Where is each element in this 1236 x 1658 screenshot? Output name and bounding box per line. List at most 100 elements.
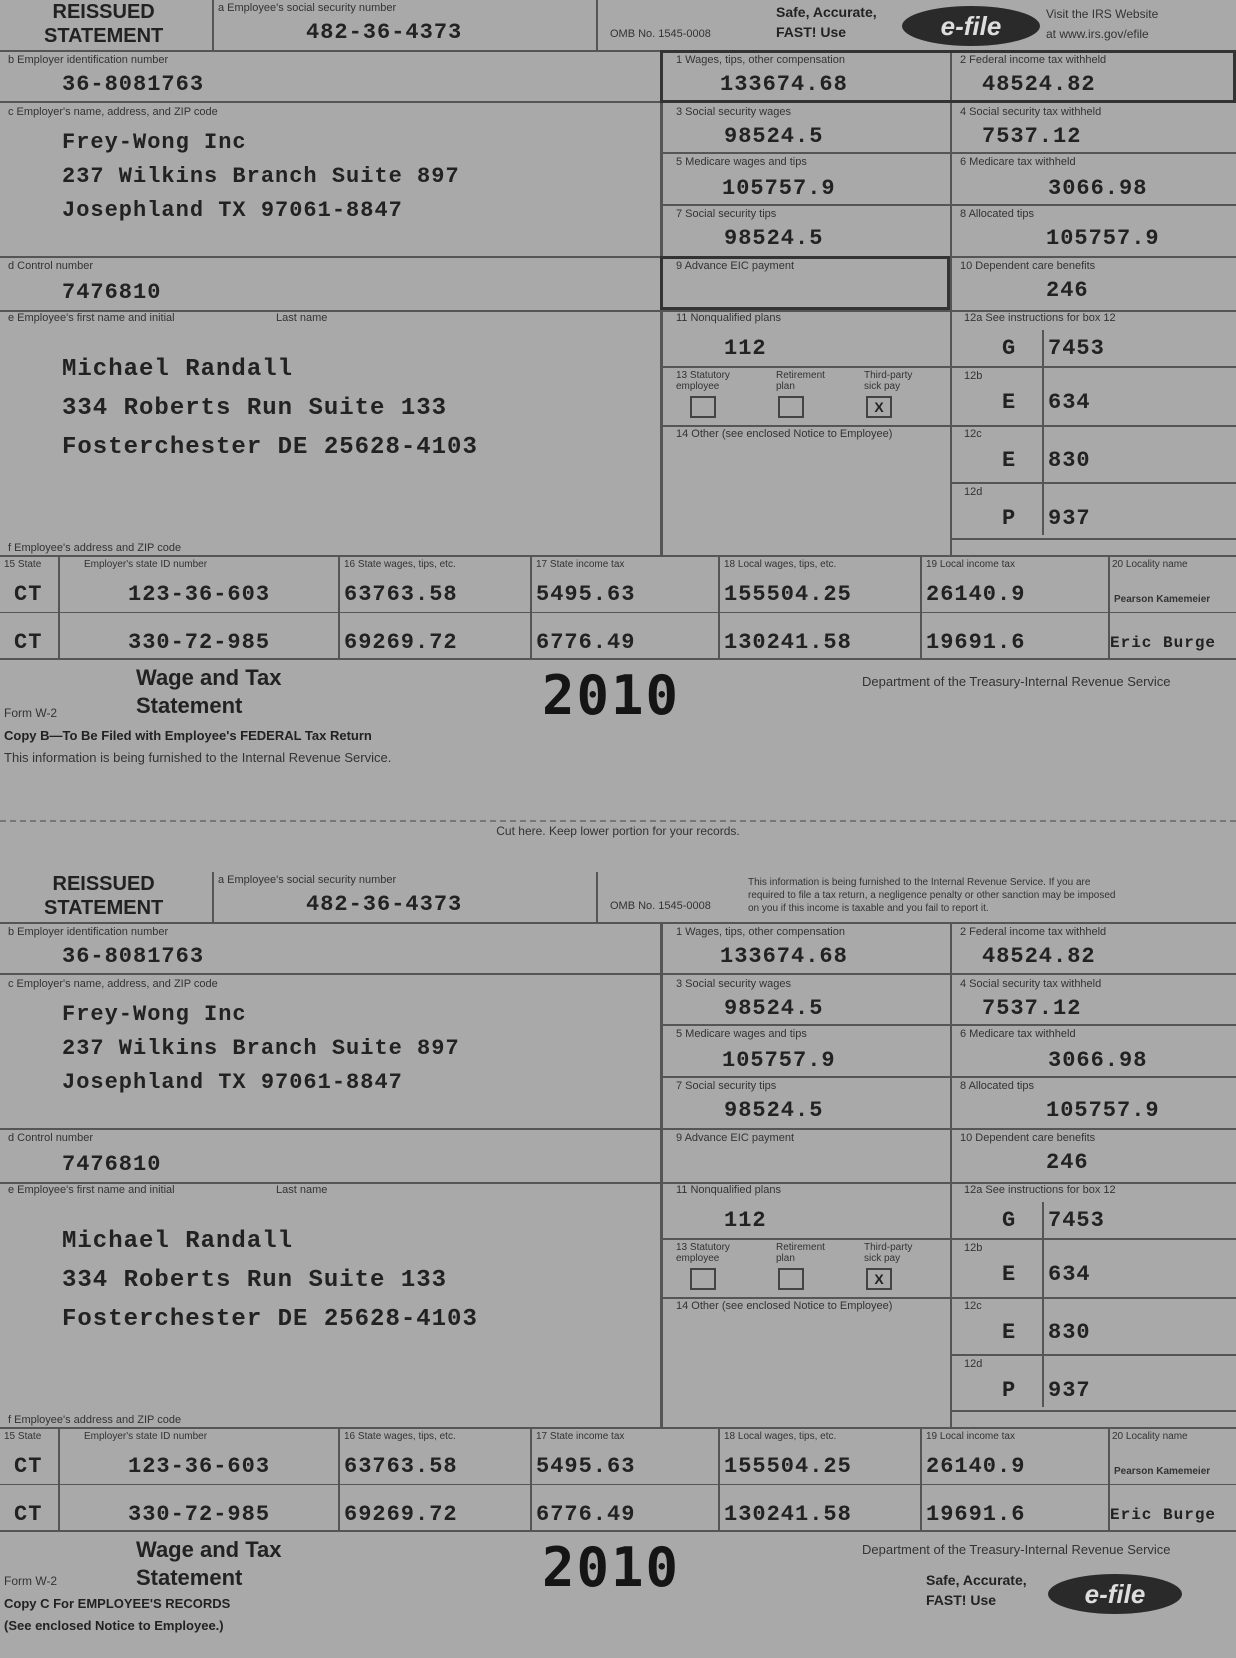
box9-label: 9 Advance EIC payment [676,260,795,272]
hdr-state-wages: 16 State wages, tips, etc. [344,1431,456,1442]
box12c-label: 12c [964,428,982,440]
row2-local-wages: 130241.58 [724,1502,852,1527]
employer-street: 237 Wilkins Branch Suite 897 [62,1036,460,1061]
row1-local-tax: 26140.9 [926,582,1026,607]
omb-number: OMB No. 1545-0008 [610,28,711,40]
employee-address-label: f Employee's address and ZIP code [8,1414,182,1426]
box7-label: 7 Social security tips [676,1080,777,1092]
omb-number: OMB No. 1545-0008 [610,900,711,912]
row2-state: CT [14,630,43,655]
reissued-line-2: STATEMENT [44,25,164,47]
dept-treasury: Department of the Treasury-Internal Reve… [862,674,1171,689]
box4-label: 4 Social security tax withheld [960,106,1102,118]
box3-label: 3 Social security wages [676,978,791,990]
box13-sickpay-label: Third-party sick pay [864,1242,913,1264]
statutory-employee-checkbox[interactable] [690,396,716,418]
hdr-state-tax: 17 State income tax [536,559,625,570]
box12b-code: E [1002,1262,1017,1287]
box2-federal-tax: 48524.82 [982,944,1096,969]
w2-copy-b: REISSUED STATEMENT a Employee's social s… [0,0,1236,820]
safe-line-1: Safe, Accurate, [926,1572,1027,1588]
box12a-label: 12a See instructions for box 12 [964,1184,1116,1196]
employer-city: Josephland TX 97061-8847 [62,198,403,223]
box13-retirement-label: Retirement plan [776,370,825,392]
title-line-1: Wage and Tax [136,665,282,690]
control-label: d Control number [8,1132,93,1144]
cut-line [0,820,1236,822]
employer-address: Frey-Wong Inc 237 Wilkins Branch Suite 8… [62,126,460,228]
tax-year: 2010 [542,1536,681,1599]
box14-label: 14 Other (see enclosed Notice to Employe… [676,428,893,440]
irs-website: Visit the IRS Website at www.irs.gov/efi… [1046,4,1158,44]
row2-local-tax: 19691.6 [926,1502,1026,1527]
employer-ein: 36-8081763 [62,72,205,97]
employee-ssn: 482-36-4373 [306,20,463,45]
retirement-plan-checkbox[interactable] [778,396,804,418]
box12b-label: 12b [964,370,983,382]
row1-state-id: 123-36-603 [128,1454,271,1479]
box11-label: 11 Nonqualified plans [676,312,781,324]
box10-label: 10 Dependent care benefits [960,260,1096,272]
retirement-plan-checkbox[interactable] [778,1268,804,1290]
third-party-sick-pay-checkbox[interactable]: X [866,396,892,418]
box7-ss-tips: 98524.5 [724,1098,824,1123]
dept-treasury: Department of the Treasury-Internal Reve… [862,1542,1171,1557]
box8-allocated-tips: 105757.9 [1046,1098,1160,1123]
row1-state-wages: 63763.58 [344,1454,458,1479]
box12d-code: P [1002,506,1017,531]
box3-ss-wages: 98524.5 [724,124,824,149]
box8-label: 8 Allocated tips [960,208,1034,220]
box12d-amount: 937 [1048,1378,1091,1403]
control-number: 7476810 [62,1152,162,1177]
box13-sickpay-label: Third-party sick pay [864,370,913,392]
box12d-amount: 937 [1048,506,1091,531]
hdr-local-wages: 18 Local wages, tips, etc. [724,1431,837,1442]
employer-label: c Employer's name, address, and ZIP code [8,978,218,990]
employee-address: Michael Randall 334 Roberts Run Suite 13… [62,1222,478,1339]
box12a-label: 12a See instructions for box 12 [964,312,1116,324]
statutory-employee-checkbox[interactable] [690,1268,716,1290]
row2-state-tax: 6776.49 [536,1502,636,1527]
hdr-locality: 20 Locality name [1112,1431,1188,1442]
control-label: d Control number [8,260,93,272]
reissued-statement: REISSUED STATEMENT [44,0,163,48]
employee-address-label: f Employee's address and ZIP code [8,542,182,554]
box1-wages: 133674.68 [720,72,848,97]
box5-label: 5 Medicare wages and tips [676,1028,807,1040]
copy-b-line: Copy B—To Be Filed with Employee's FEDER… [4,728,372,743]
row2-locality: Eric Burge [1110,1506,1217,1524]
info-line: This information is being furnished to t… [4,750,392,765]
box9-label: 9 Advance EIC payment [676,1132,795,1144]
ssn-label: a Employee's social security number [218,874,397,886]
box7-label: 7 Social security tips [676,208,777,220]
hdr-state: 15 State [4,559,42,570]
safe-line-2: FAST! Use [776,24,847,40]
ein-label: b Employer identification number [8,54,169,66]
third-party-sick-pay-checkbox[interactable]: X [866,1268,892,1290]
employee-address: Michael Randall 334 Roberts Run Suite 13… [62,350,478,467]
box11-nonqualified: 112 [724,336,767,361]
notice-line-3: on you if this income is taxable and you… [748,903,989,914]
row2-state: CT [14,1502,43,1527]
box6-medicare-tax: 3066.98 [1048,1048,1148,1073]
row1-state-tax: 5495.63 [536,1454,636,1479]
title-line-1: Wage and Tax [136,1537,282,1562]
row1-locality: Pearson Kamemeier [1114,1466,1211,1477]
row1-state-id: 123-36-603 [128,582,271,607]
box14-label: 14 Other (see enclosed Notice to Employe… [676,1300,893,1312]
row1-local-wages: 155504.25 [724,582,852,607]
hdr-local-tax: 19 Local income tax [926,1431,1015,1442]
box12d-label: 12d [964,486,983,498]
box12a-code: G [1002,1208,1017,1233]
row1-local-tax: 26140.9 [926,1454,1026,1479]
box3-label: 3 Social security wages [676,106,791,118]
box5-medicare-wages: 105757.9 [722,176,836,201]
notice-line-1: This information is being furnished to t… [748,877,1091,888]
safe-accurate: Safe, Accurate, FAST! Use [776,2,877,42]
box11-label: 11 Nonqualified plans [676,1184,781,1196]
last-name-label: Last name [276,1184,328,1196]
box12c-amount: 830 [1048,1320,1091,1345]
row1-state: CT [14,1454,43,1479]
box1-label: 1 Wages, tips, other compensation [676,54,845,66]
row2-local-wages: 130241.58 [724,630,852,655]
